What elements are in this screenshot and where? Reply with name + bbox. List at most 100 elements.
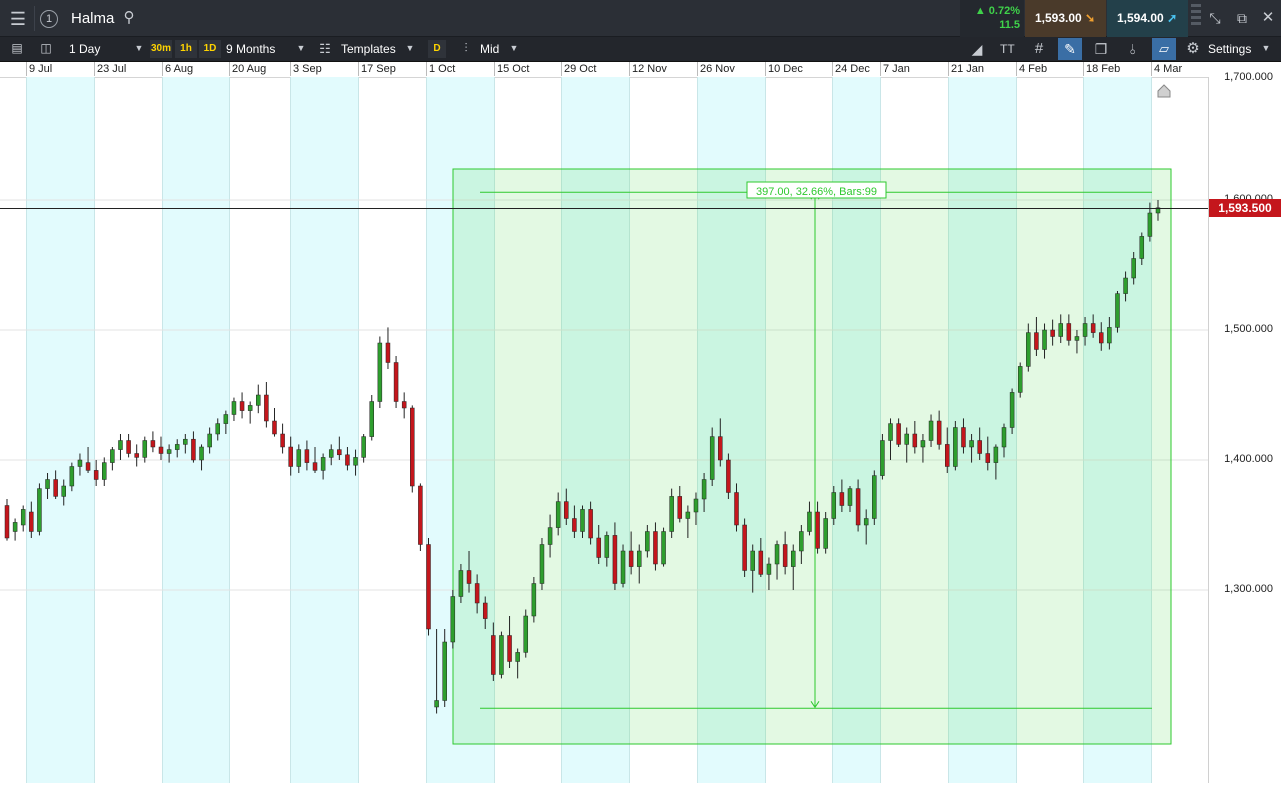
templates-icon[interactable]: ☷ xyxy=(317,42,333,55)
current-price-tag: 1,593.500 xyxy=(1209,199,1281,218)
candle-body xyxy=(912,433,918,448)
candle-body xyxy=(515,652,520,662)
date-tick xyxy=(561,62,562,76)
candle-body xyxy=(1042,329,1047,350)
info-circle-icon[interactable]: 1 xyxy=(40,10,58,28)
shape-tool-icon[interactable]: ▱ xyxy=(1152,38,1176,60)
candle-body xyxy=(434,700,439,708)
chevron-down-icon[interactable]: ▼ xyxy=(296,44,306,53)
chevron-down-icon[interactable]: ▼ xyxy=(405,44,415,53)
candle-body xyxy=(183,438,188,445)
candle-body xyxy=(799,531,804,552)
candle-body xyxy=(53,479,58,497)
candle-body xyxy=(604,535,610,558)
date-label: 6 Aug xyxy=(165,63,194,75)
date-label: 15 Oct xyxy=(497,63,530,75)
cursor-icon[interactable]: ⫰ xyxy=(1124,42,1142,56)
candle-body xyxy=(77,459,83,467)
candle-body xyxy=(953,427,958,467)
grid-icon[interactable]: # xyxy=(1030,41,1048,56)
interval-select[interactable]: 1 Day xyxy=(69,42,100,56)
date-tick xyxy=(880,62,881,76)
candle-body xyxy=(1139,236,1145,259)
date-label: 10 Dec xyxy=(768,63,803,75)
price-type-select[interactable]: Mid xyxy=(480,42,499,56)
layout-icon[interactable]: ◫ xyxy=(38,42,54,54)
candle-body xyxy=(458,570,464,597)
range-select[interactable]: 9 Months xyxy=(226,42,275,56)
popout-icon[interactable]: ⧉ xyxy=(1233,11,1251,25)
measure-label: 397.00, 32.66%, Bars:99 xyxy=(756,186,877,198)
candle-body xyxy=(636,550,642,567)
date-label: 4 Feb xyxy=(1019,63,1048,75)
candle-body xyxy=(239,401,245,411)
price-axis: 1,700.0001,600.0001,500.0001,400.0001,30… xyxy=(1208,71,1281,783)
candle-body xyxy=(247,405,253,411)
candle-body xyxy=(790,550,796,567)
price-axis-label: 1,300.000 xyxy=(1224,583,1273,595)
candle-body xyxy=(669,496,674,532)
sell-price-button[interactable]: 1,593.00 ➘ xyxy=(1025,0,1106,37)
candle-body xyxy=(93,470,99,480)
candle-body xyxy=(158,446,164,454)
candle-body xyxy=(20,509,26,526)
chevron-down-icon[interactable]: ▼ xyxy=(509,44,519,53)
candle-body xyxy=(547,527,553,545)
candle-body xyxy=(450,596,456,643)
date-label: 1 Oct xyxy=(429,63,456,75)
candle-body xyxy=(750,550,755,571)
search-icon[interactable]: ⚲ xyxy=(121,10,137,25)
candle-body xyxy=(102,462,107,480)
chevron-down-icon[interactable]: ▼ xyxy=(1261,44,1271,53)
candle-body xyxy=(628,550,634,567)
candle-body xyxy=(531,583,537,617)
candle-body xyxy=(896,423,901,445)
candle-body xyxy=(280,433,285,448)
candle-body xyxy=(880,440,885,476)
candle-body xyxy=(474,583,480,604)
change-percent: ▲ 0.72% xyxy=(974,5,1020,17)
candle-body xyxy=(734,492,739,526)
candle-body xyxy=(1123,277,1128,294)
candle-body xyxy=(320,457,326,471)
depth-handle-icon[interactable] xyxy=(1191,4,1201,33)
crosshair-icon[interactable]: ✎ xyxy=(1058,38,1082,60)
text-tool-icon[interactable]: TT xyxy=(1000,42,1015,56)
date-tick xyxy=(1083,62,1084,76)
price-chart[interactable]: 397.00, 32.66%, Bars:99 xyxy=(0,77,1208,783)
settings-button[interactable]: Settings xyxy=(1208,42,1251,56)
price-axis-label: 1,500.000 xyxy=(1224,323,1273,335)
candle-body xyxy=(199,446,204,461)
layers-icon[interactable]: ❐ xyxy=(1092,42,1110,56)
candle-body xyxy=(888,423,893,441)
candle-body xyxy=(37,488,42,532)
instrument-name[interactable]: Halma xyxy=(71,10,114,27)
templates-select[interactable]: Templates xyxy=(341,42,396,56)
candle-body xyxy=(612,535,618,584)
buy-price-button[interactable]: 1,594.00 ➚ xyxy=(1107,0,1188,37)
candle-body xyxy=(920,440,926,448)
candle-body xyxy=(596,537,601,558)
candle-body xyxy=(969,440,974,448)
interval-30m-button[interactable]: 30m xyxy=(150,40,172,58)
date-label: 3 Sep xyxy=(293,63,322,75)
date-label: 20 Aug xyxy=(232,63,267,75)
list-icon[interactable]: ▤ xyxy=(9,42,25,54)
indicator-icon[interactable]: ⫶ xyxy=(457,42,475,54)
menu-icon[interactable]: ☰ xyxy=(8,10,28,28)
interval-1h-button[interactable]: 1h xyxy=(175,40,197,58)
candle-body xyxy=(345,454,350,466)
close-icon[interactable]: ✕ xyxy=(1260,10,1276,25)
gear-icon[interactable]: ⚙ xyxy=(1185,41,1201,56)
chevron-down-icon[interactable]: ▼ xyxy=(134,44,144,53)
candle-body xyxy=(393,362,399,402)
candle-body xyxy=(904,433,909,445)
date-tick xyxy=(229,62,230,76)
interval-1d-button[interactable]: 1D xyxy=(199,40,221,58)
collapse-icon[interactable]: ⤡ xyxy=(1206,11,1224,25)
price-type-badge[interactable]: D xyxy=(428,40,446,58)
candle-body xyxy=(961,427,966,448)
trendline-icon[interactable]: ◢ xyxy=(968,42,986,56)
candle-body xyxy=(223,414,229,424)
date-tick xyxy=(290,62,291,76)
